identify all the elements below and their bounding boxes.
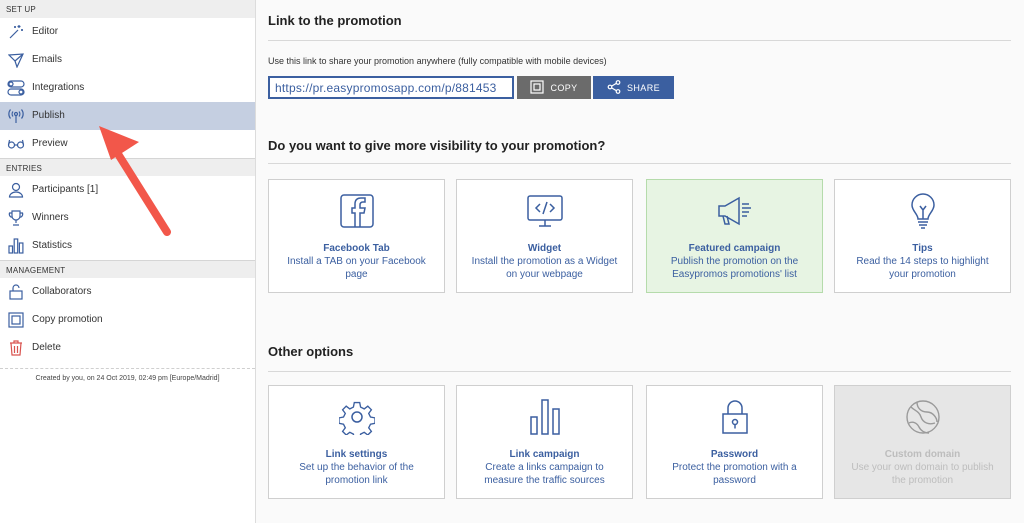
sidebar-item-editor[interactable]: Editor <box>0 18 255 46</box>
card-custom-domain: Custom domain Use your own domain to pub… <box>834 385 1011 499</box>
copy-button[interactable]: COPY <box>517 76 591 99</box>
card-description: Install a TAB on your Facebook page <box>287 256 426 280</box>
card-description: Install the promotion as a Widget on you… <box>471 256 618 280</box>
globe-icon <box>835 396 1010 438</box>
sidebar-item-label: Integrations <box>32 82 85 93</box>
sidebar: SET UP Editor Emails Integrations Publis… <box>0 0 256 523</box>
main-content: Link to the promotion Use this link to s… <box>268 0 1012 523</box>
card-link-settings[interactable]: Link settings Set up the behavior of the… <box>268 385 445 499</box>
toggles-icon <box>6 78 26 98</box>
divider <box>268 40 1011 41</box>
divider <box>268 163 1011 164</box>
sidebar-item-label: Collaborators <box>32 286 92 297</box>
section-header-setup: SET UP <box>0 0 255 18</box>
link-description: Use this link to share your promotion an… <box>268 56 607 66</box>
sidebar-item-emails[interactable]: Emails <box>0 46 255 74</box>
sidebar-item-collaborators[interactable]: Collaborators <box>0 278 255 306</box>
sidebar-item-label: Copy promotion <box>32 314 103 325</box>
copy-icon <box>530 79 545 96</box>
promotion-link-input[interactable] <box>268 76 514 99</box>
padlock-icon <box>647 396 822 438</box>
card-title: Widget <box>527 243 562 254</box>
card-link-campaign[interactable]: Link campaign Create a links campaign to… <box>456 385 633 499</box>
card-description: Protect the promotion with a password <box>672 462 797 486</box>
sidebar-item-label: Publish <box>32 110 65 121</box>
user-icon <box>6 180 26 200</box>
share-button-label: SHARE <box>626 82 660 93</box>
share-icon <box>607 79 621 96</box>
sidebar-item-integrations[interactable]: Integrations <box>0 74 255 102</box>
card-tips[interactable]: Tips Read the 14 steps to highlight your… <box>834 179 1011 293</box>
card-password[interactable]: Password Protect the promotion with a pa… <box>646 385 823 499</box>
broadcast-icon <box>6 106 26 126</box>
link-section-title: Link to the promotion <box>268 13 402 28</box>
copy-button-label: COPY <box>550 82 578 93</box>
card-description: Read the 14 steps to highlight your prom… <box>856 256 989 280</box>
bar-chart-icon <box>457 396 632 438</box>
card-description: Use your own domain to publish the promo… <box>851 462 994 486</box>
bar-chart-icon <box>6 236 26 256</box>
gear-icon <box>269 396 444 438</box>
other-section-title: Other options <box>268 344 354 359</box>
card-facebook-tab[interactable]: Facebook Tab Install a TAB on your Faceb… <box>268 179 445 293</box>
card-title: Featured campaign <box>688 243 781 254</box>
copy-icon <box>6 310 26 330</box>
sidebar-item-label: Winners <box>32 212 69 223</box>
annotation-arrow <box>99 126 171 236</box>
facebook-icon <box>269 190 444 232</box>
sidebar-item-label: Statistics <box>32 240 73 251</box>
sidebar-item-label: Editor <box>32 26 59 37</box>
card-title: Tips <box>912 243 933 254</box>
magic-wand-icon <box>6 22 26 42</box>
created-info: Created by you, on 24 Oct 2019, 02:49 pm… <box>0 368 255 382</box>
code-window-icon <box>457 190 632 232</box>
card-description: Publish the promotion on the Easypromos … <box>670 256 799 280</box>
share-button[interactable]: SHARE <box>593 76 674 99</box>
sidebar-item-label: Participants [1] <box>32 184 99 195</box>
card-widget[interactable]: Widget Install the promotion as a Widget… <box>456 179 633 293</box>
card-featured-campaign[interactable]: Featured campaign Publish the promotion … <box>646 179 823 293</box>
section-header-management: MANAGEMENT <box>0 260 255 278</box>
card-title: Link campaign <box>509 449 580 460</box>
sidebar-item-label: Emails <box>32 54 63 65</box>
glasses-icon <box>6 134 26 154</box>
sidebar-item-delete[interactable]: Delete <box>0 334 255 362</box>
paper-plane-icon <box>6 50 26 70</box>
visibility-section-title: Do you want to give more visibility to y… <box>268 138 606 153</box>
sidebar-item-copy-promotion[interactable]: Copy promotion <box>0 306 255 334</box>
megaphone-icon <box>647 190 822 232</box>
trash-icon <box>6 338 26 358</box>
card-description: Create a links campaign to measure the t… <box>484 462 605 486</box>
card-title: Link settings <box>325 449 388 460</box>
card-title: Password <box>710 449 759 460</box>
card-title: Custom domain <box>884 449 961 460</box>
sidebar-item-label: Preview <box>32 138 68 149</box>
lock-icon <box>6 282 26 302</box>
card-title: Facebook Tab <box>323 243 390 254</box>
divider <box>268 371 1011 372</box>
card-description: Set up the behavior of the promotion lin… <box>299 462 414 486</box>
trophy-icon <box>6 208 26 228</box>
lightbulb-icon <box>835 190 1010 232</box>
sidebar-item-label: Delete <box>32 342 61 353</box>
